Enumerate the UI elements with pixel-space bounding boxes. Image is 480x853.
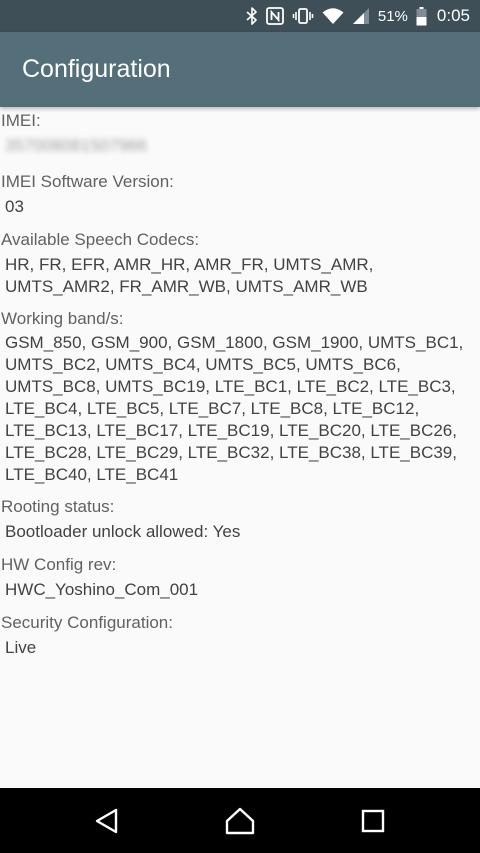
rooting-status-value: Bootloader unlock allowed: Yes bbox=[5, 522, 241, 541]
home-icon bbox=[225, 807, 255, 834]
recents-icon bbox=[361, 809, 385, 832]
rooting-status-section: Rooting status: Bootloader unlock allowe… bbox=[0, 496, 480, 543]
recents-button[interactable] bbox=[343, 788, 403, 853]
working-bands-value: GSM_850, GSM_900, GSM_1800, GSM_1900, UM… bbox=[0, 332, 480, 486]
hw-config-rev-label: HW Config rev: bbox=[1, 555, 117, 574]
imei-value: 357008081507966 bbox=[5, 136, 147, 155]
working-bands-line: GSM_850, GSM_900, GSM_1800, GSM_1900, UM… bbox=[5, 333, 464, 352]
speech-codecs-line: HR, FR, EFR, AMR_HR, AMR_FR, UMTS_AMR, bbox=[5, 255, 374, 274]
nfc-icon bbox=[265, 7, 284, 25]
security-configuration-label: Security Configuration: bbox=[1, 613, 173, 632]
security-configuration-value: Live bbox=[5, 638, 37, 657]
back-button[interactable] bbox=[77, 788, 137, 853]
working-bands-line: LTE_BC13, LTE_BC17, LTE_BC19, LTE_BC20, … bbox=[5, 421, 457, 440]
working-bands-line: LTE_BC28, LTE_BC29, LTE_BC32, LTE_BC38, … bbox=[5, 443, 457, 462]
app-bar: Configuration bbox=[0, 32, 480, 107]
back-icon bbox=[95, 808, 118, 833]
speech-codecs-value: HR, FR, EFR, AMR_HR, AMR_FR, UMTS_AMR, U… bbox=[0, 254, 480, 298]
working-bands-section: Working band/s: GSM_850, GSM_900, GSM_18… bbox=[0, 308, 480, 486]
navigation-bar bbox=[0, 788, 480, 853]
imei-section: IMEI: 357008081507966 bbox=[0, 110, 480, 157]
home-button[interactable] bbox=[210, 788, 270, 853]
rooting-status-label: Rooting status: bbox=[1, 497, 115, 516]
hw-config-rev-value: HWC_Yoshino_Com_001 bbox=[5, 580, 199, 599]
page-title: Configuration bbox=[22, 55, 171, 83]
wifi-icon bbox=[322, 7, 344, 25]
speech-codecs-label: Available Speech Codecs: bbox=[1, 230, 200, 249]
working-bands-label: Working band/s: bbox=[1, 309, 124, 328]
signal-icon bbox=[352, 7, 370, 25]
working-bands-line: UMTS_BC8, UMTS_BC19, LTE_BC1, LTE_BC2, L… bbox=[5, 377, 456, 396]
security-configuration-section: Security Configuration: Live bbox=[0, 612, 480, 659]
status-icons: 51% 0:05 bbox=[246, 0, 470, 32]
imei-label: IMEI: bbox=[1, 111, 41, 130]
status-bar: 51% 0:05 bbox=[0, 0, 480, 32]
working-bands-line: LTE_BC40, LTE_BC41 bbox=[5, 465, 179, 484]
imei-software-version-section: IMEI Software Version: 03 bbox=[0, 171, 480, 218]
imei-software-version-label: IMEI Software Version: bbox=[1, 172, 174, 191]
battery-icon bbox=[416, 6, 427, 26]
imei-software-version-value: 03 bbox=[5, 197, 24, 216]
status-time: 0:05 bbox=[436, 6, 470, 25]
vibrate-icon bbox=[292, 7, 314, 25]
battery-percent: 51% bbox=[377, 7, 408, 25]
configuration-list[interactable]: IMEI: 357008081507966 IMEI Software Vers… bbox=[0, 107, 480, 788]
speech-codecs-line: UMTS_AMR2, FR_AMR_WB, UMTS_AMR_WB bbox=[5, 277, 368, 296]
speech-codecs-section: Available Speech Codecs: HR, FR, EFR, AM… bbox=[0, 229, 480, 298]
bluetooth-icon bbox=[246, 7, 258, 25]
working-bands-line: UMTS_BC2, UMTS_BC4, UMTS_BC5, UMTS_BC6, bbox=[5, 355, 401, 374]
working-bands-line: LTE_BC4, LTE_BC5, LTE_BC7, LTE_BC8, LTE_… bbox=[5, 399, 420, 418]
hw-config-rev-section: HW Config rev: HWC_Yoshino_Com_001 bbox=[0, 554, 480, 601]
